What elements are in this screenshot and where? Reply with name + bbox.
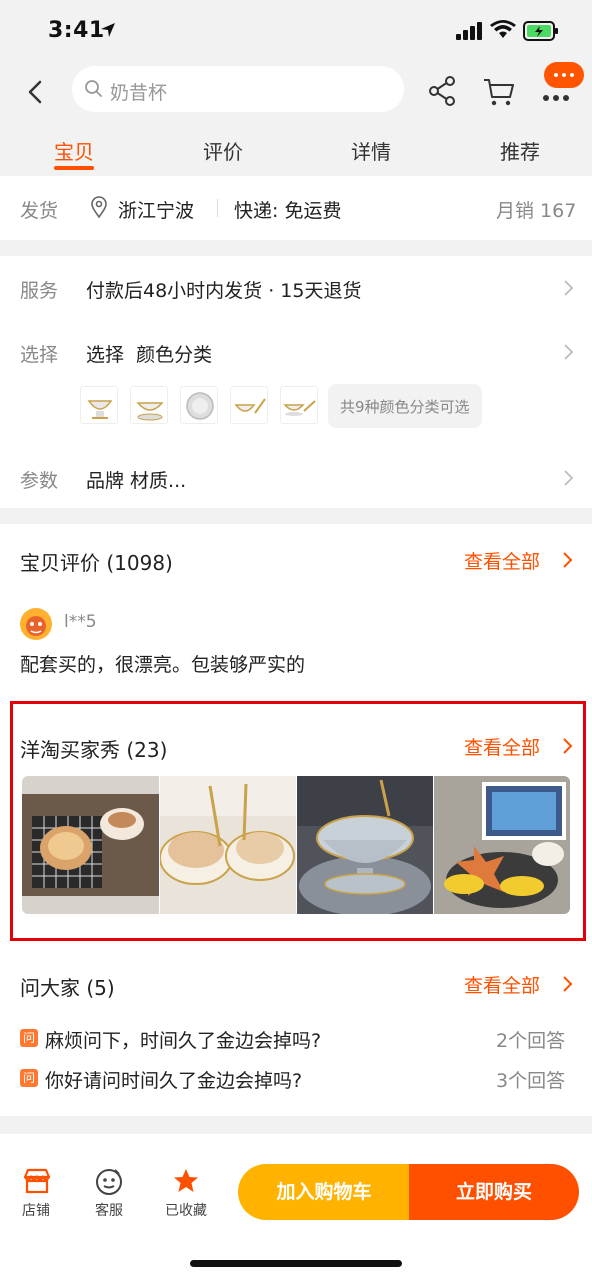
shipping-row: 发货 浙江宁波 快递: 免运费 月销 167 [0,176,592,240]
home-indicator[interactable] [190,1260,402,1267]
reviews-title: 宝贝评价 (1098) [20,551,173,575]
chevron-right-icon [563,552,573,568]
section-tabs: 宝贝 评价 详情 推荐 [0,122,592,176]
tab-item[interactable]: 宝贝 [34,136,114,165]
shop-icon [23,1168,51,1194]
location-pin-icon [91,196,107,218]
chevron-right-icon [564,344,574,360]
params-text: 品牌 材质... [86,470,187,492]
buy-now-button[interactable]: 立即购买 [409,1164,579,1220]
cellular-signal-icon [456,22,482,40]
shop-label: 店铺 [22,1203,50,1219]
status-time: 3:41 [48,18,105,43]
qa-item[interactable]: 问 麻烦问下，时间久了金边会掉吗? 2个回答 [0,1022,592,1054]
add-to-cart-button[interactable]: 加入购物车 [238,1164,410,1220]
qa-item[interactable]: 问 你好请问时间久了金边会掉吗? 3个回答 [0,1062,592,1094]
buyer-show-highlight-frame [10,701,586,941]
qa-answer-count: 3个回答 [496,1070,566,1092]
color-thumbnail[interactable] [230,386,268,424]
bottom-action-bar: 店铺 客服 已收藏 加入购物车 立即购买 [0,1134,592,1280]
message-badge[interactable] [544,62,584,88]
star-icon [174,1169,198,1192]
color-thumbnail[interactable] [130,386,168,424]
divider [217,199,218,217]
customer-service-button[interactable]: 客服 [79,1134,139,1224]
tab-reviews[interactable]: 评价 [183,136,263,165]
qa-question: 麻烦问下，时间久了金边会掉吗? [45,1030,322,1052]
review-content: 配套买的，很漂亮。包装够严实的 [20,654,306,676]
search-bar[interactable]: 奶昔杯 [72,66,404,112]
search-placeholder: 奶昔杯 [110,82,168,104]
service-row[interactable]: 服务 付款后48小时内发货 · 15天退货 [0,256,592,320]
back-arrow-icon[interactable] [22,76,50,108]
chevron-right-icon [563,976,573,992]
color-thumbnail[interactable] [280,386,318,424]
product-options-card: 服务 付款后48小时内发货 · 15天退货 选择 选择 颜色分类 共9种颜色分类… [0,256,592,508]
service-text: 付款后48小时内发货 · 15天退货 [86,280,362,302]
shop-button[interactable]: 店铺 [6,1134,66,1224]
cart-icon[interactable] [482,76,516,108]
reviewer-name: l**5 [64,612,97,632]
chevron-right-icon [564,470,574,486]
view-all-label: 查看全部 [464,551,541,573]
favorite-button[interactable]: 已收藏 [156,1134,216,1224]
tab-recommend[interactable]: 推荐 [480,136,560,165]
favorite-label: 已收藏 [165,1203,207,1219]
chevron-right-icon [564,280,574,296]
monthly-sales: 月销 167 [496,200,577,222]
wifi-icon [490,20,516,38]
qa-question: 你好请问时间久了金边会掉吗? [45,1070,303,1092]
location-arrow-icon [101,23,115,37]
active-tab-underline [54,166,94,170]
status-bar: 3:41 [0,0,592,62]
params-label: 参数 [20,470,59,492]
reviewer-avatar [20,608,52,640]
color-thumbnail[interactable] [80,386,118,424]
reviews-view-all-link[interactable]: 查看全部 [464,546,576,574]
shipping-location: 浙江宁波 [118,200,195,222]
qa-title: 问大家 (5) [20,976,115,1000]
params-row[interactable]: 参数 品牌 材质... [0,446,592,508]
select-label: 选择 [20,344,59,366]
color-thumbnails [80,386,340,428]
customer-service-label: 客服 [95,1203,123,1219]
search-icon [85,80,102,97]
color-options-hint[interactable]: 共9种颜色分类可选 [328,384,482,428]
color-thumbnail[interactable] [180,386,218,424]
question-badge-icon: 问 [20,1069,38,1087]
question-badge-icon: 问 [20,1029,38,1047]
service-label: 服务 [20,280,59,302]
shipping-label: 发货 [20,200,59,222]
customer-service-icon [96,1169,122,1195]
qa-view-all-link[interactable]: 查看全部 [464,970,576,998]
select-text: 选择 颜色分类 [86,344,213,366]
tab-details[interactable]: 详情 [331,136,411,165]
share-icon[interactable] [426,74,458,108]
view-all-label: 查看全部 [464,975,541,997]
qa-answer-count: 2个回答 [496,1030,566,1052]
top-nav-bar: 奶昔杯 [0,62,592,122]
shipping-express: 快递: 免运费 [234,200,342,222]
select-row[interactable]: 选择 选择 颜色分类 共9种颜色分类可选 [0,320,592,440]
battery-icon [523,21,558,41]
